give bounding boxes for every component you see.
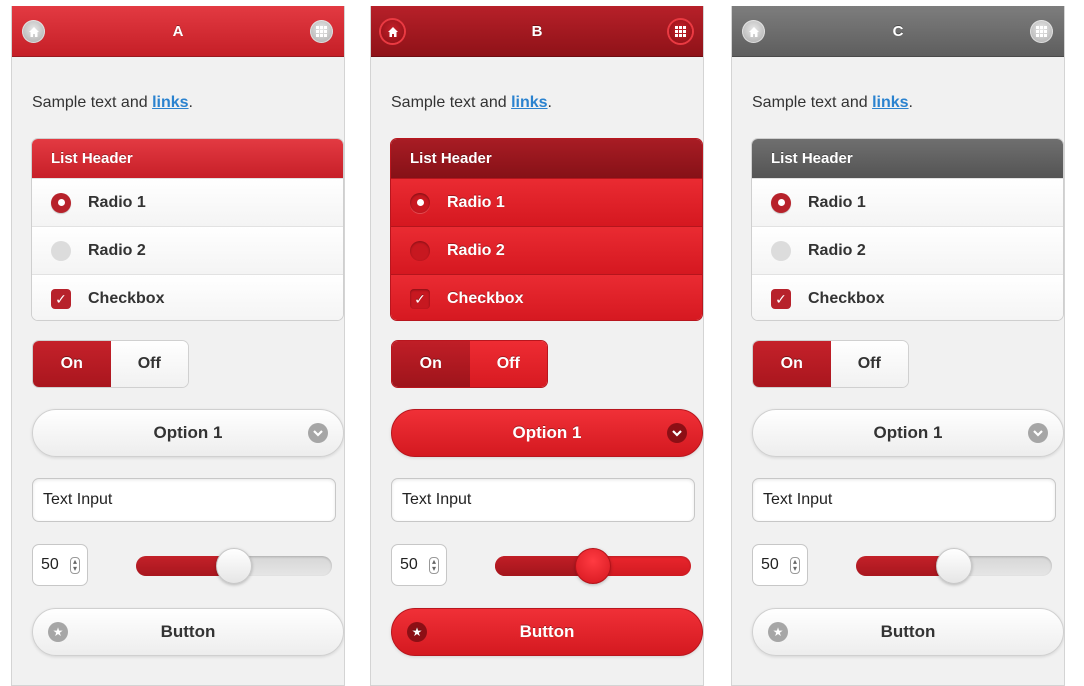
checkbox-option[interactable]: ✓ Checkbox [32, 274, 343, 320]
spinner-arrows-icon[interactable]: ▴ ▾ [429, 557, 439, 574]
option-select[interactable]: Option 1 [32, 409, 344, 457]
radio-option-2[interactable]: Radio 2 [32, 226, 343, 274]
checkmark-icon: ✓ [410, 288, 430, 309]
home-button[interactable] [22, 20, 45, 43]
spinner-arrows-icon[interactable]: ▴ ▾ [70, 557, 80, 574]
list: List Header Radio 1 Radio 2 ✓ Checkbox [751, 138, 1064, 321]
grid-button[interactable] [669, 20, 692, 43]
header-bar: A [12, 6, 344, 57]
grid-icon [675, 26, 686, 37]
number-stepper[interactable]: 50 ▴ ▾ [752, 544, 808, 586]
header-bar: C [732, 6, 1064, 57]
value-slider[interactable] [136, 548, 332, 584]
on-off-toggle[interactable]: On Off [391, 340, 548, 388]
page-title: B [531, 22, 543, 40]
slider-thumb[interactable] [575, 548, 611, 584]
number-stepper[interactable]: 50 ▴ ▾ [32, 544, 88, 586]
radio-option-1[interactable]: Radio 1 [391, 178, 702, 226]
list-header: List Header [752, 139, 1063, 178]
radio-unselected-icon [51, 240, 71, 261]
radio-selected-icon [410, 192, 430, 213]
sample-link[interactable]: links [511, 94, 547, 111]
text-input[interactable]: Text Input [752, 478, 1056, 522]
radio-selected-icon [771, 192, 791, 213]
radio-option-2[interactable]: Radio 2 [752, 226, 1063, 274]
action-button[interactable]: ★ Button [391, 608, 703, 656]
sample-link[interactable]: links [152, 94, 188, 111]
text-input[interactable]: Text Input [32, 478, 336, 522]
value-slider[interactable] [856, 548, 1052, 584]
list: List Header Radio 1 Radio 2 ✓ Checkbox [31, 138, 344, 321]
grid-icon [1036, 26, 1047, 37]
toggle-on[interactable]: On [33, 341, 111, 387]
star-icon: ★ [768, 622, 788, 642]
checkbox-option[interactable]: ✓ Checkbox [391, 274, 702, 320]
grid-button[interactable] [310, 20, 333, 43]
action-button[interactable]: ★ Button [32, 608, 344, 656]
option-select[interactable]: Option 1 [391, 409, 703, 457]
star-icon: ★ [48, 622, 68, 642]
home-icon [28, 26, 39, 37]
list-header: List Header [391, 139, 702, 178]
radio-option-1[interactable]: Radio 1 [752, 178, 1063, 226]
grid-button[interactable] [1030, 20, 1053, 43]
radio-option-1[interactable]: Radio 1 [32, 178, 343, 226]
option-select[interactable]: Option 1 [752, 409, 1064, 457]
sample-link[interactable]: links [872, 94, 908, 111]
radio-selected-icon [51, 192, 71, 213]
toggle-off[interactable]: Off [469, 341, 547, 387]
home-icon [387, 26, 398, 37]
checkbox-option[interactable]: ✓ Checkbox [752, 274, 1063, 320]
list-header: List Header [32, 139, 343, 178]
radio-unselected-icon [771, 240, 791, 261]
slider-thumb[interactable] [936, 548, 972, 584]
star-icon: ★ [407, 622, 427, 642]
list: List Header Radio 1 Radio 2 ✓ Checkbox [390, 138, 703, 321]
sample-text: Sample text and links. [32, 94, 193, 111]
grid-icon [316, 26, 327, 37]
toggle-on[interactable]: On [392, 341, 470, 387]
slider-thumb[interactable] [216, 548, 252, 584]
checkmark-icon: ✓ [771, 288, 791, 309]
value-slider[interactable] [495, 548, 691, 584]
chevron-down-icon [1028, 423, 1048, 443]
sample-text: Sample text and links. [391, 94, 552, 111]
theme-panel-c: C Sample text and links. List Header Rad… [731, 6, 1065, 686]
number-stepper[interactable]: 50 ▴ ▾ [391, 544, 447, 586]
home-button[interactable] [381, 20, 404, 43]
toggle-off[interactable]: Off [830, 341, 908, 387]
home-button[interactable] [742, 20, 765, 43]
sample-text: Sample text and links. [752, 94, 913, 111]
page-title: C [892, 22, 904, 40]
page-title: A [172, 22, 184, 40]
radio-option-2[interactable]: Radio 2 [391, 226, 702, 274]
text-input[interactable]: Text Input [391, 478, 695, 522]
chevron-down-icon [308, 423, 328, 443]
chevron-down-icon [667, 423, 687, 443]
action-button[interactable]: ★ Button [752, 608, 1064, 656]
toggle-on[interactable]: On [753, 341, 831, 387]
on-off-toggle[interactable]: On Off [32, 340, 189, 388]
home-icon [748, 26, 759, 37]
radio-unselected-icon [410, 240, 430, 261]
header-bar: B [371, 6, 703, 57]
theme-panel-a: A Sample text and links. List Header Rad… [11, 6, 345, 686]
toggle-off[interactable]: Off [110, 341, 188, 387]
theme-panel-b: B Sample text and links. List Header Rad… [370, 6, 704, 686]
spinner-arrows-icon[interactable]: ▴ ▾ [790, 557, 800, 574]
checkmark-icon: ✓ [51, 288, 71, 309]
on-off-toggle[interactable]: On Off [752, 340, 909, 388]
